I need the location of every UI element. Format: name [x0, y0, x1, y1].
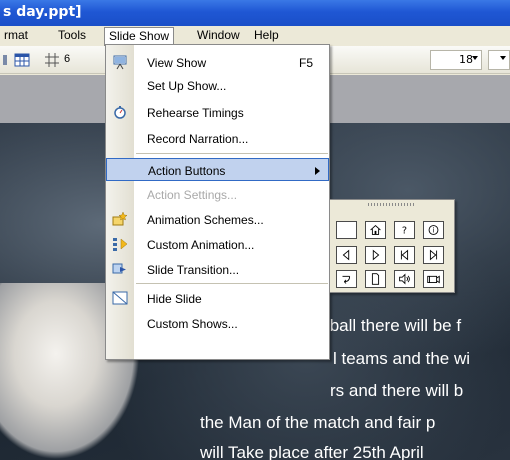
menu-tools[interactable]: Tools — [54, 27, 90, 46]
help-icon: ? — [402, 226, 407, 237]
slide-text-line-4: the Man of the match and fair p — [200, 413, 436, 432]
svg-text:i: i — [433, 226, 435, 235]
action-button-help[interactable]: ? — [394, 221, 415, 239]
action-button-end[interactable] — [423, 246, 444, 264]
svg-text:?: ? — [402, 226, 407, 237]
zoom-value-partial[interactable]: 6 — [64, 53, 70, 65]
return-icon — [342, 275, 351, 284]
palette-grip[interactable] — [368, 203, 416, 206]
projector-screen-icon — [113, 55, 127, 70]
menu-bar: rmat Tools Slide Show Window Help — [0, 26, 510, 46]
slide-text-line-5: will Take place after 25th April — [200, 443, 424, 460]
menu-item-shortcut: F5 — [299, 56, 314, 70]
insert-table-icon[interactable] — [14, 52, 30, 68]
menu-item-label: Action Buttons — [148, 164, 226, 178]
information-icon: i — [428, 225, 439, 235]
menu-separator — [136, 283, 328, 284]
custom-animation-icon — [113, 238, 128, 251]
menu-item-label: Record Narration... — [147, 132, 249, 146]
menu-item-label: Slide Transition... — [147, 263, 240, 277]
font-size-value: 18 — [459, 53, 473, 66]
stopwatch-icon — [114, 106, 126, 119]
slide-text-line-1: tball there will be f — [325, 316, 462, 335]
slide-text-line-2: l teams and the wi — [333, 349, 471, 368]
menu-item-label: Set Up Show... — [147, 79, 227, 93]
chevron-down-icon[interactable] — [500, 56, 506, 60]
action-button-custom[interactable] — [336, 221, 357, 239]
hide-slide-icon — [112, 291, 128, 305]
menu-item-record-narration[interactable]: Record Narration... — [106, 127, 329, 150]
slide-text-line-3: rs and there will b — [330, 381, 464, 400]
beginning-icon — [400, 249, 409, 261]
action-button-back[interactable] — [336, 246, 357, 264]
slide-show-menu: View Show F5 Set Up Show... Rehearse Tim… — [105, 44, 330, 360]
menu-item-action-settings: Action Settings... — [106, 183, 329, 206]
menu-item-label: Animation Schemes... — [147, 213, 264, 227]
end-icon — [429, 249, 438, 261]
submenu-arrow-icon — [315, 167, 320, 175]
document-icon — [371, 273, 380, 285]
menu-item-label: Action Settings... — [147, 188, 238, 202]
action-buttons-palette: ? i — [329, 199, 455, 293]
menu-item-hide-slide[interactable]: Hide Slide — [106, 287, 329, 310]
menu-item-view-show[interactable]: View Show F5 — [106, 51, 329, 74]
show-grid-icon[interactable] — [44, 52, 60, 68]
menu-item-label: View Show — [147, 56, 207, 70]
menu-separator — [136, 153, 328, 154]
action-button-home[interactable] — [365, 221, 386, 239]
menu-item-rehearse-timings[interactable]: Rehearse Timings — [106, 101, 329, 124]
chevron-down-icon[interactable] — [472, 56, 478, 60]
title-bar: s day.ppt] — [0, 0, 510, 26]
menu-item-slide-transition[interactable]: Slide Transition... — [106, 258, 329, 281]
action-button-information[interactable]: i — [423, 221, 444, 239]
forward-icon — [372, 249, 380, 261]
menu-item-custom-shows[interactable]: Custom Shows... — [106, 312, 329, 335]
sound-icon — [399, 273, 410, 285]
home-icon — [370, 224, 381, 235]
window-title: s day.ppt] — [3, 4, 82, 20]
movie-icon — [427, 275, 440, 284]
action-button-movie[interactable] — [423, 270, 444, 288]
next-combo[interactable] — [488, 50, 510, 70]
action-button-beginning[interactable] — [394, 246, 415, 264]
menu-format[interactable]: rmat — [0, 27, 32, 46]
back-icon — [342, 249, 350, 261]
menu-item-label: Custom Animation... — [147, 238, 255, 252]
action-button-document[interactable] — [365, 270, 386, 288]
menu-item-action-buttons[interactable]: Action Buttons — [106, 158, 329, 181]
slide-transition-icon — [112, 263, 126, 274]
menu-item-custom-animation[interactable]: Custom Animation... — [106, 233, 329, 256]
menu-item-label: Hide Slide — [147, 292, 202, 306]
animation-schemes-icon — [112, 211, 128, 226]
menu-item-animation-schemes[interactable]: Animation Schemes... — [106, 208, 329, 231]
action-button-forward[interactable] — [365, 246, 386, 264]
menu-item-set-up-show[interactable]: Set Up Show... — [106, 74, 329, 97]
action-button-return[interactable] — [336, 270, 357, 288]
menu-item-label: Rehearse Timings — [147, 106, 244, 120]
menu-item-label: Custom Shows... — [147, 317, 238, 331]
action-button-sound[interactable] — [394, 270, 415, 288]
font-size-combo[interactable]: 18 — [430, 50, 482, 70]
